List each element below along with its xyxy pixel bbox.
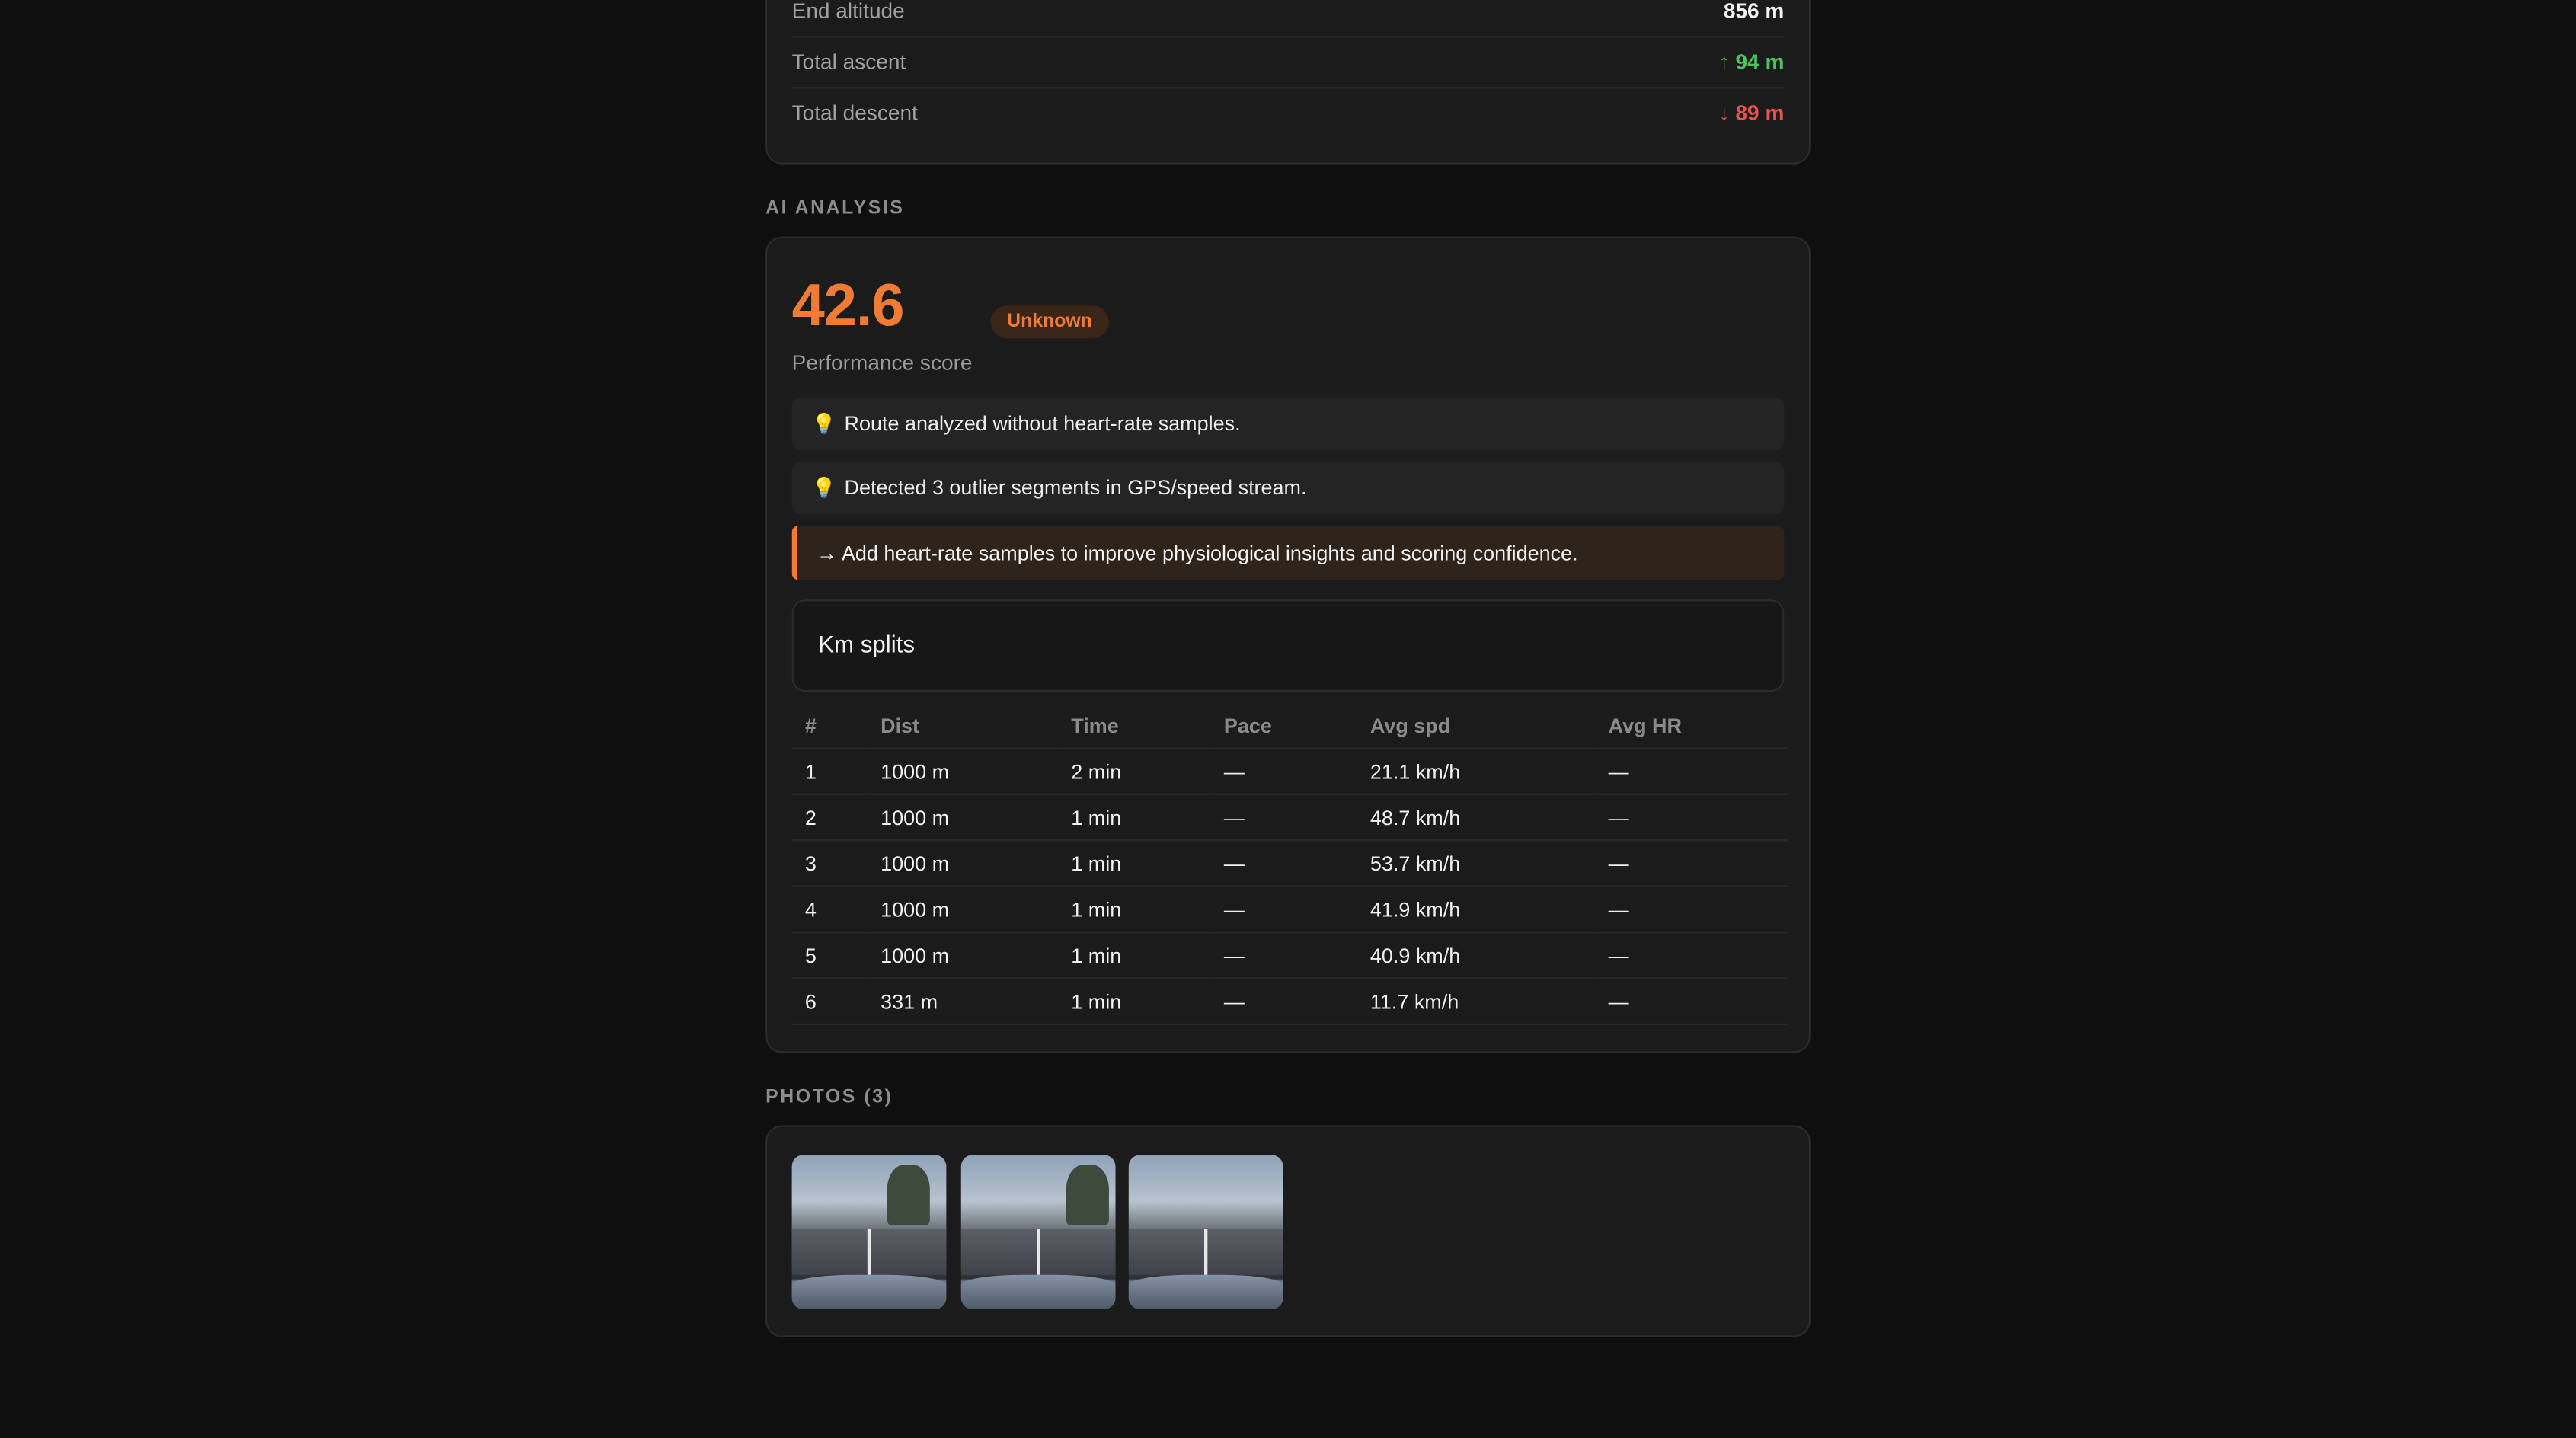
table-cell: —	[1210, 886, 1357, 934]
insight-text: Route analyzed without heart-rate sample…	[844, 412, 1241, 436]
table-cell: 1 min	[1058, 978, 1211, 1025]
table-row: 1 1000 m 2 min — 21.1 km/h —	[791, 748, 1788, 795]
table-cell: 5	[791, 932, 868, 979]
km-splits-header: Km splits	[791, 599, 1785, 692]
altitude-card: End altitude 856 m Total ascent ↑ 94 m T…	[765, 0, 1811, 165]
page: End altitude 856 m Total ascent ↑ 94 m T…	[0, 0, 2576, 1437]
table-row: 3 1000 m 1 min — 53.7 km/h —	[791, 840, 1788, 887]
table-cell: 3	[791, 840, 868, 887]
table-cell: 2 min	[1058, 748, 1211, 795]
photo-thumbnail[interactable]	[960, 1155, 1116, 1310]
photos-card	[765, 1125, 1811, 1337]
table-cell: 1 min	[1058, 886, 1211, 934]
table-cell: —	[1595, 886, 1788, 934]
table-cell: 53.7 km/h	[1357, 840, 1596, 887]
insight-text: Detected 3 outlier segments in GPS/speed…	[844, 476, 1307, 500]
insight-item: 💡 Route analyzed without heart-rate samp…	[791, 397, 1785, 450]
performance-score: 42.6	[791, 270, 905, 339]
column-header: Avg HR	[1595, 703, 1788, 749]
table-cell: —	[1595, 840, 1788, 887]
insight-item: 💡 Detected 3 outlier segments in GPS/spe…	[791, 462, 1785, 515]
photo-thumbnail[interactable]	[791, 1155, 947, 1310]
table-cell: 1 min	[1058, 794, 1211, 842]
table-cell: 1000 m	[867, 794, 1059, 842]
table-row: 4 1000 m 1 min — 41.9 km/h —	[791, 886, 1788, 934]
table-header-row: # Dist Time Pace Avg spd Avg HR	[791, 703, 1788, 749]
table-cell: 40.9 km/h	[1357, 932, 1596, 979]
lightbulb-icon: 💡	[811, 476, 836, 500]
table-cell: 1000 m	[867, 840, 1059, 887]
table-row: 5 1000 m 1 min — 40.9 km/h —	[791, 932, 1788, 979]
status-badge: Unknown	[990, 305, 1109, 339]
table-cell: —	[1595, 794, 1788, 842]
km-splits-title: Km splits	[818, 632, 916, 659]
table-cell: 1	[791, 748, 868, 795]
ascent-label: Total ascent	[791, 49, 906, 75]
ascent-value: ↑ 94 m	[1718, 49, 1785, 75]
table-cell: 331 m	[867, 978, 1059, 1025]
table-cell: —	[1210, 748, 1357, 795]
table-cell: 1 min	[1058, 932, 1211, 979]
performance-score-label: Performance score	[791, 350, 973, 375]
descent-value: ↓ 89 m	[1718, 100, 1785, 125]
table-row: 6 331 m 1 min — 11.7 km/h —	[791, 978, 1788, 1025]
column-header: Avg spd	[1357, 703, 1596, 749]
altitude-row-ascent: Total ascent ↑ 94 m	[791, 36, 1785, 89]
recommendation-text: → Add heart-rate samples to improve phys…	[816, 541, 1578, 564]
table-cell: —	[1210, 932, 1357, 979]
altitude-value: 856 m	[1723, 0, 1785, 24]
table-cell: 4	[791, 886, 868, 934]
column-header: Dist	[867, 703, 1059, 749]
table-cell: —	[1595, 932, 1788, 979]
table-cell: 48.7 km/h	[1357, 794, 1596, 842]
altitude-row-end: End altitude 856 m	[791, 0, 1785, 38]
ai-analysis-card: 42.6 Unknown Performance score 💡 Route a…	[765, 236, 1811, 1053]
table-cell: 1000 m	[867, 932, 1059, 979]
table-cell: —	[1210, 794, 1357, 842]
column-header: #	[791, 703, 868, 749]
table-cell: —	[1210, 840, 1357, 887]
recommendation-callout: → Add heart-rate samples to improve phys…	[791, 526, 1785, 580]
column-header: Pace	[1210, 703, 1357, 749]
table-cell: 21.1 km/h	[1357, 748, 1596, 795]
altitude-label: End altitude	[791, 0, 905, 24]
table-cell: 11.7 km/h	[1357, 978, 1596, 1025]
ai-analysis-heading: AI ANALYSIS	[765, 198, 905, 219]
table-cell: 1000 m	[867, 748, 1059, 795]
photo-thumbnail[interactable]	[1128, 1155, 1283, 1310]
lightbulb-icon: 💡	[811, 412, 836, 436]
table-cell: 6	[791, 978, 868, 1025]
table-cell: 1000 m	[867, 886, 1059, 934]
table-cell: 2	[791, 794, 868, 842]
altitude-row-descent: Total descent ↓ 89 m	[792, 87, 1785, 138]
table-cell: —	[1595, 978, 1788, 1025]
table-row: 2 1000 m 1 min — 48.7 km/h —	[791, 794, 1788, 842]
table-cell: —	[1595, 748, 1788, 795]
photos-heading: PHOTOS (3)	[765, 1087, 893, 1107]
splits-table: # Dist Time Pace Avg spd Avg HR 1 1000 m…	[791, 703, 1788, 1025]
table-cell: —	[1210, 978, 1357, 1025]
table-cell: 41.9 km/h	[1357, 886, 1596, 934]
descent-label: Total descent	[791, 100, 918, 125]
column-header: Time	[1058, 703, 1211, 749]
table-cell: 1 min	[1058, 840, 1211, 887]
